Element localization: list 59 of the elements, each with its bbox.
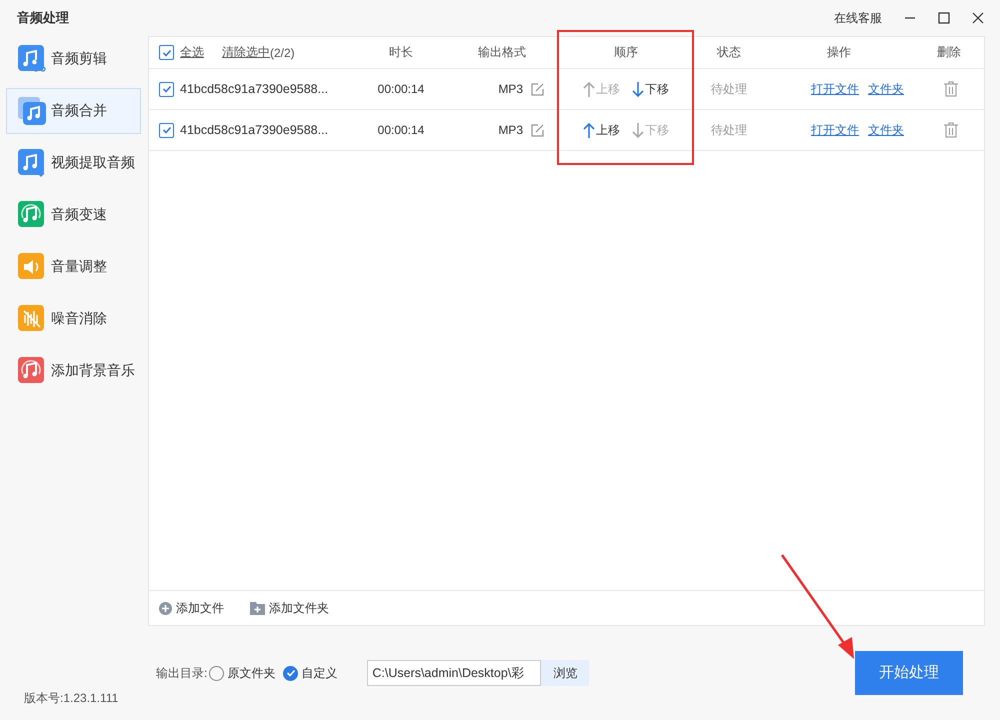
support-link[interactable]: 在线客服 [834,10,882,26]
sidebar-item[interactable]: 音频变速 [6,192,141,238]
output-dir-label: 输出目录: [156,664,208,682]
format-cell: MP3 [498,82,523,96]
radio-option[interactable]: 自定义 [283,664,338,682]
selection-count: (2/2) [270,46,295,60]
down-arrow-icon [632,122,644,138]
column-header: 状态 [716,44,742,61]
edit-icon[interactable] [531,124,544,136]
status-cell: 待处理 [711,122,747,138]
move-up-button[interactable]: 上移 [583,122,620,138]
sidebar-item[interactable]: 噪音消除 [6,296,141,342]
down-arrow-icon [632,82,644,96]
column-header: 顺序 [613,44,639,61]
select-all-link[interactable]: 全选 [180,44,204,61]
column-header: 时长 [388,44,414,61]
column-header: 输出格式 [477,44,527,61]
trash-icon[interactable] [944,122,958,138]
start-button[interactable]: 开始处理 [855,651,963,695]
add-folder-button[interactable]: 添加文件夹 [250,600,329,616]
action-link[interactable]: 文件夹 [868,80,904,98]
sidebar-item[interactable]: 音频剪辑 [6,36,141,82]
action-link[interactable]: 打开文件 [811,122,859,138]
maximize-icon[interactable] [938,12,950,24]
move-down-button[interactable]: 下移 [632,80,669,98]
checkmark-icon [162,125,172,135]
row-checkbox[interactable] [159,82,174,96]
file-name: 41bcd58c91a7390e9588... [180,123,328,137]
close-icon[interactable] [972,12,984,24]
up-arrow-icon [583,82,595,96]
duration-cell: 00:00:14 [378,82,424,96]
checkmark-icon [162,48,172,58]
sidebar-item[interactable]: 音频合并 [6,88,141,134]
checkmark-icon [162,84,172,94]
folder-plus-icon [250,602,265,614]
column-header: 操作 [826,44,852,61]
file-name: 41bcd58c91a7390e9588... [180,82,328,96]
sidebar-item[interactable]: 添加背景音乐 [6,348,141,394]
status-cell: 待处理 [711,80,747,98]
sidebar-item[interactable]: 视频提取音频 [6,140,141,186]
add-file-button[interactable]: 添加文件 [159,600,224,616]
duration-cell: 00:00:14 [378,123,424,137]
version-label: 版本号:1.23.1.111 [24,690,118,707]
browse-button[interactable]: 浏览 [541,660,590,686]
action-link[interactable]: 文件夹 [868,122,904,138]
edit-icon[interactable] [531,82,544,96]
column-header: 删除 [936,44,962,61]
sidebar-item[interactable]: 音量调整 [6,244,141,290]
up-arrow-icon [583,122,595,138]
path-field[interactable]: C:\Users\admin\Desktop\彩 [367,660,542,686]
row-checkbox[interactable] [159,122,174,138]
trash-icon[interactable] [944,81,958,97]
clear-selection-link[interactable]: 清除选中 [222,44,270,61]
radio-option[interactable]: 原文件夹 [209,664,276,682]
window-title: 音频处理 [17,9,69,27]
plus-circle-icon [159,602,172,614]
select-all-checkbox[interactable] [159,45,174,60]
format-cell: MP3 [498,123,523,137]
action-link[interactable]: 打开文件 [811,80,859,98]
